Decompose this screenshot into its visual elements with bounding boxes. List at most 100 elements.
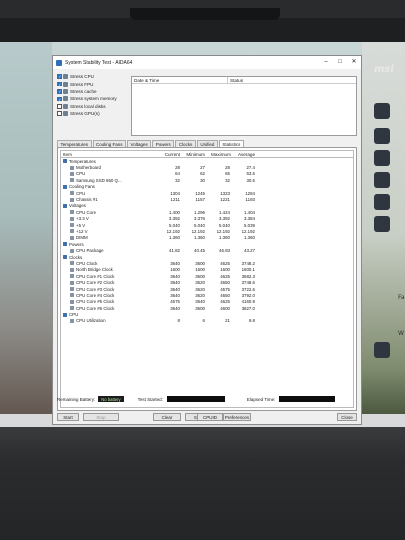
cell-minimum: 3640 <box>195 299 205 305</box>
stress-option[interactable]: Stress system memory <box>57 95 125 102</box>
event-log: Date & Time Status <box>131 76 357 136</box>
statistics-panel: Item Current Minimum Maximum Average Tem… <box>57 147 357 411</box>
elapsed-time-field <box>279 396 336 402</box>
stress-option-label: Stress FPU <box>70 81 94 87</box>
cell-current: 1211 <box>170 197 180 203</box>
cell-average: 1.360 <box>244 235 255 241</box>
cell-maximum: 46.93 <box>219 248 230 254</box>
preferences-button[interactable]: Preferences <box>223 413 251 421</box>
desktop-app-icon[interactable] <box>374 150 390 166</box>
checkbox[interactable] <box>57 89 62 94</box>
checkbox[interactable] <box>57 104 62 109</box>
cell-minimum: 1.360 <box>194 235 205 241</box>
cell-minimum: 3600 <box>195 305 205 311</box>
sensor-icon <box>70 165 74 170</box>
button-row: Start Stop Clear Save CPUID Preferences … <box>57 413 359 422</box>
row-label: CPU Package <box>76 248 104 254</box>
stress-option[interactable]: Stress FPU <box>57 80 125 87</box>
row-label: CPU <box>76 190 86 196</box>
webcam-notch <box>130 8 280 20</box>
desktop-app-icon[interactable] <box>374 216 390 232</box>
cell-minimum: 1600 <box>195 267 205 273</box>
cell-average: 43.27 <box>244 248 255 254</box>
tab-powers[interactable]: Powers <box>152 140 175 147</box>
row-label: Powers <box>69 241 84 247</box>
cache-icon <box>63 88 68 94</box>
checkbox[interactable] <box>57 96 62 102</box>
sensor-group-icon <box>63 255 67 260</box>
battery-value: No battery <box>98 396 124 402</box>
cell-average: 1193 <box>245 197 255 203</box>
stress-option-label: Stress GPU(s) <box>70 111 100 117</box>
close-window-button[interactable]: ✕ <box>347 56 361 69</box>
stress-option[interactable]: Stress local disks <box>57 103 125 110</box>
disk-icon <box>63 103 68 109</box>
cell-minimum: 40.45 <box>194 248 205 254</box>
test-started-label: Test Started: <box>137 396 163 402</box>
cell-maximum: 4650 <box>220 280 230 286</box>
cell-minimum: 30 <box>200 177 205 183</box>
row-label: CPU Core <box>76 209 97 215</box>
start-button[interactable]: Start <box>57 413 79 421</box>
minimize-button[interactable]: – <box>319 56 333 69</box>
cell-current: 3640 <box>170 260 180 266</box>
tab-temperatures[interactable]: Temperatures <box>57 140 92 147</box>
cell-minimum: 27 <box>200 165 205 171</box>
cell-maximum: 4625 <box>220 260 230 266</box>
maximize-button[interactable]: □ <box>333 56 347 69</box>
cell-current: 1.400 <box>169 209 180 215</box>
desktop-app-icon[interactable] <box>374 194 390 210</box>
stress-option[interactable]: Stress GPU(s) <box>57 110 125 117</box>
sensor-icon <box>70 229 74 234</box>
wallpaper-left <box>0 42 52 427</box>
cpuid-button[interactable]: CPUID <box>197 413 223 421</box>
desktop-app-icon[interactable] <box>374 103 390 119</box>
cell-minimum: 3600 <box>195 273 205 279</box>
sensor-icon <box>70 197 74 202</box>
checkbox[interactable] <box>57 81 62 87</box>
row-label: North Bridge Clock <box>76 267 113 273</box>
sensor-icon <box>70 267 74 272</box>
cell-maximum: 5.040 <box>219 222 230 228</box>
sensor-icon <box>70 274 74 279</box>
desktop-app-icon[interactable] <box>374 128 390 144</box>
tab-unified[interactable]: Unified <box>196 140 218 147</box>
cell-average: 3748.6 <box>241 280 255 286</box>
cell-minimum: 3620 <box>195 286 205 292</box>
cell-minimum: 1157 <box>195 197 205 203</box>
stress-option[interactable]: Stress CPU <box>57 73 125 80</box>
row-label: +12 V <box>76 228 88 234</box>
checkbox[interactable] <box>57 111 62 116</box>
tab-clocks[interactable]: Clocks <box>175 140 196 147</box>
stress-option-label: Stress local disks <box>70 103 106 109</box>
desktop-app-icon[interactable] <box>374 342 390 358</box>
cell-current: 1.360 <box>169 235 180 241</box>
row-label: CPU Core #2 Clock <box>76 280 115 286</box>
sensor-group-icon <box>63 312 67 317</box>
row-label: CPU Clock <box>76 260 98 266</box>
tab-statistics[interactable]: Statistics <box>218 140 244 147</box>
cell-maximum: 1.424 <box>219 209 230 215</box>
cell-minimum: 12.192 <box>191 228 205 234</box>
log-col-datetime: Date & Time <box>132 77 228 83</box>
row-label: CPU Core #3 Clock <box>76 286 115 292</box>
desktop-app-icon[interactable] <box>374 172 390 188</box>
checkbox[interactable] <box>57 74 62 79</box>
cell-maximum: 4650 <box>220 292 230 298</box>
cell-minimum: 1245 <box>195 190 205 196</box>
window-title: System Stability Test - AIDA64 <box>65 59 133 66</box>
close-button[interactable]: Close <box>337 413 357 421</box>
cell-minimum: 1.296 <box>194 209 205 215</box>
tab-cooling-fans[interactable]: Cooling Fans <box>92 140 127 147</box>
stop-button[interactable]: Stop <box>83 413 119 421</box>
cell-current: 3640 <box>170 280 180 286</box>
cell-current: 1304 <box>170 190 180 196</box>
tab-voltages[interactable]: Voltages <box>127 140 152 147</box>
sensor-icon <box>70 318 74 323</box>
table-row[interactable]: CPU Utilization 8 6 21 9.8 <box>61 318 353 324</box>
clear-button[interactable]: Clear <box>153 413 181 421</box>
cell-minimum: 62 <box>200 171 205 177</box>
sensor-group-icon <box>63 242 67 247</box>
stress-option[interactable]: Stress cache <box>57 88 125 95</box>
sensor-icon <box>70 171 74 176</box>
